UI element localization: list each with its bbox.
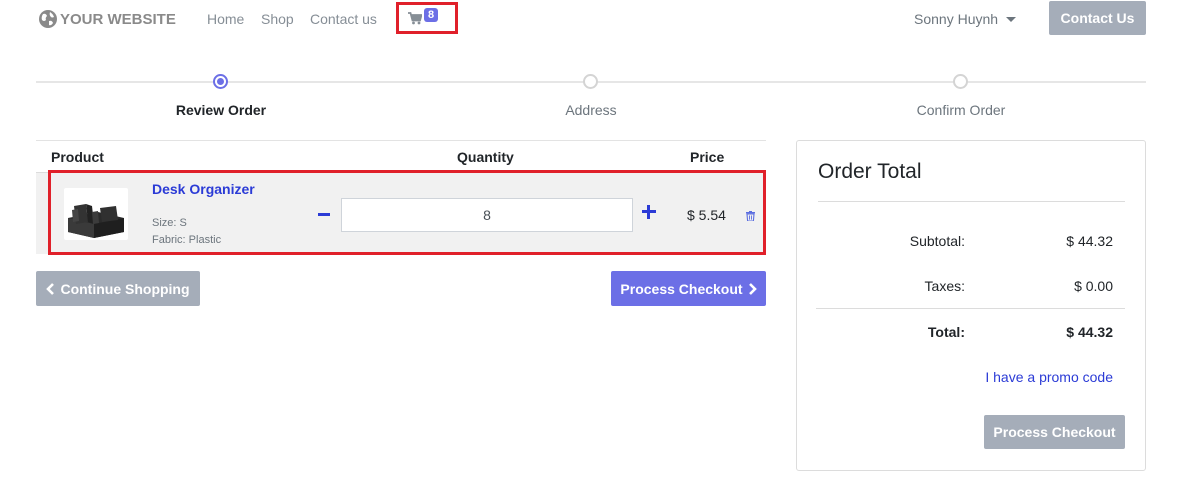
cart-button[interactable]: 8 — [396, 2, 458, 34]
process-checkout-label: Process Checkout — [620, 280, 743, 297]
process-checkout-button[interactable]: Process Checkout — [611, 271, 766, 306]
subtotal-value: $ 44.32 — [1066, 233, 1113, 249]
brand-logo[interactable]: YOUR WEBSITE — [38, 8, 176, 30]
step-indicator-confirm-order — [953, 74, 968, 89]
column-header-quantity: Quantity — [457, 149, 514, 165]
column-header-price: Price — [690, 149, 725, 165]
total-label: Total: — [927, 324, 965, 340]
column-header-product: Product — [51, 149, 104, 165]
subtotal-label: Subtotal: — [909, 233, 965, 249]
step-indicator-review-order — [213, 74, 228, 89]
brand-name: YOUR WEBSITE — [60, 10, 176, 28]
taxes-label: Taxes: — [924, 278, 965, 294]
continue-shopping-button[interactable]: Continue Shopping — [36, 271, 200, 306]
contact-us-button[interactable]: Contact Us — [1049, 1, 1146, 35]
order-total-title: Order Total — [818, 160, 922, 183]
card-divider — [818, 201, 1125, 202]
user-name: Sonny Huynh — [914, 11, 999, 27]
chevron-left-icon — [46, 282, 55, 295]
promo-code-link[interactable]: I have a promo code — [960, 369, 1113, 385]
user-menu-dropdown[interactable]: Sonny Huynh — [914, 11, 1017, 27]
step-indicator-address — [583, 74, 598, 89]
total-divider — [816, 308, 1125, 309]
taxes-value: $ 0.00 — [1074, 278, 1113, 294]
cart-count-badge: 8 — [424, 8, 439, 22]
step-label-confirm-order: Confirm Order — [916, 102, 1006, 118]
shopping-cart-icon — [408, 12, 422, 25]
nav-link-home[interactable]: Home — [207, 11, 244, 27]
globe-icon — [39, 10, 57, 28]
step-label-review-order: Review Order — [175, 102, 267, 118]
navbar: YOUR WEBSITE Home Shop Contact us 8 Sonn… — [0, 0, 1190, 38]
nav-link-contact[interactable]: Contact us — [310, 11, 377, 27]
nav-link-shop[interactable]: Shop — [261, 11, 294, 27]
continue-shopping-label: Continue Shopping — [60, 280, 190, 297]
summary-process-checkout-button[interactable]: Process Checkout — [984, 415, 1125, 449]
total-value: $ 44.32 — [1066, 324, 1113, 340]
table-divider — [36, 140, 766, 141]
cart-item-highlight — [48, 170, 766, 255]
step-label-address: Address — [565, 102, 617, 118]
caret-down-icon — [1006, 17, 1017, 22]
chevron-right-icon — [748, 282, 757, 295]
